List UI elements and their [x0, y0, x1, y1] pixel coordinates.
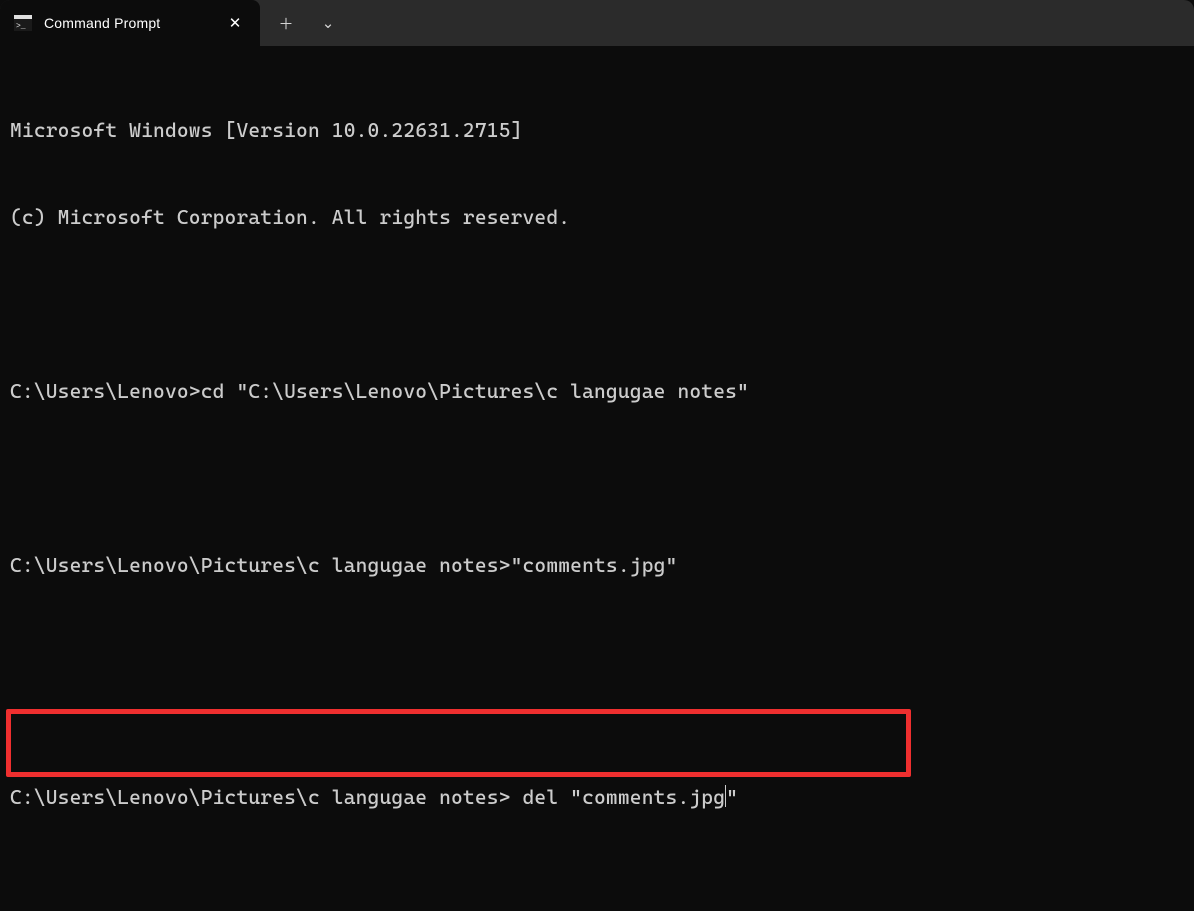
blank-line: [10, 638, 1184, 667]
output-line: Microsoft Windows [Version 10.0.22631.27…: [10, 116, 1184, 145]
titlebar: >_ Command Prompt ✕ ＋ ⌄: [0, 0, 1194, 46]
red-highlight-box: [6, 709, 911, 777]
new-tab-button[interactable]: ＋: [266, 6, 306, 40]
terminal-output[interactable]: Microsoft Windows [Version 10.0.22631.27…: [0, 46, 1194, 911]
current-command-suffix: ": [726, 785, 738, 809]
svg-text:>_: >_: [16, 22, 26, 31]
profile-dropdown-button[interactable]: ⌄: [308, 6, 348, 40]
blank-line: [10, 464, 1184, 493]
cmd-icon: >_: [14, 15, 32, 31]
output-line: (c) Microsoft Corporation. All rights re…: [10, 203, 1184, 232]
prompt-line: C:\Users\Lenovo\Pictures\c langugae note…: [10, 551, 1184, 580]
tab-title: Command Prompt: [44, 15, 212, 31]
blank-line: [10, 290, 1184, 319]
titlebar-actions: ＋ ⌄: [260, 0, 348, 46]
close-icon[interactable]: ✕: [224, 12, 246, 34]
tab-command-prompt[interactable]: >_ Command Prompt ✕: [0, 0, 260, 46]
highlighted-command: C:\Users\Lenovo\Pictures\c langugae note…: [10, 725, 1184, 899]
prompt-line-current: C:\Users\Lenovo\Pictures\c langugae note…: [10, 783, 1184, 812]
current-command-text: C:\Users\Lenovo\Pictures\c langugae note…: [10, 785, 725, 809]
prompt-line: C:\Users\Lenovo>cd "C:\Users\Lenovo\Pict…: [10, 377, 1184, 406]
